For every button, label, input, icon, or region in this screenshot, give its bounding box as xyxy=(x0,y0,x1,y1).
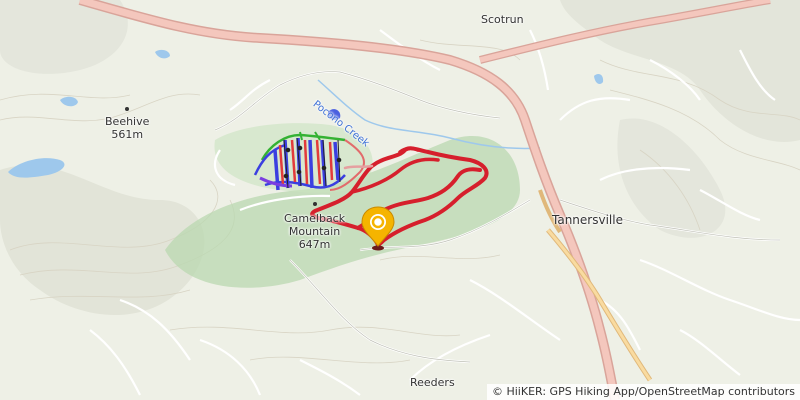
peak-beehive-elevation: 561m xyxy=(111,128,144,141)
attribution-symbol: © xyxy=(491,385,503,398)
forest-area xyxy=(165,123,520,288)
peak-dot-icon xyxy=(313,202,317,206)
peak-camelback: Camelback Mountain 647m xyxy=(284,202,346,251)
map-canvas[interactable]: Scotrun Tannersville Reeders Pocono Cree… xyxy=(0,0,800,400)
peak-camelback-elevation: 647m xyxy=(298,238,331,251)
peak-camelback-name-line2: Mountain xyxy=(288,225,341,238)
peak-beehive: Beehive 561m xyxy=(105,107,150,141)
place-label-reeders: Reeders xyxy=(410,376,455,389)
map-base xyxy=(0,0,800,400)
attribution-osm-link[interactable]: OpenStreetMap contributors xyxy=(639,385,795,398)
attribution-app-link[interactable]: HiiKER: GPS Hiking App xyxy=(506,385,634,398)
place-label-scotrun: Scotrun xyxy=(481,13,524,26)
peak-beehive-name: Beehive xyxy=(105,115,150,128)
place-label-tannersville: Tannersville xyxy=(552,213,623,227)
peak-camelback-name: Camelback xyxy=(284,212,346,225)
peak-dot-icon xyxy=(125,107,129,111)
map-attribution: © HiiKER: GPS Hiking App/OpenStreetMap c… xyxy=(486,384,800,400)
